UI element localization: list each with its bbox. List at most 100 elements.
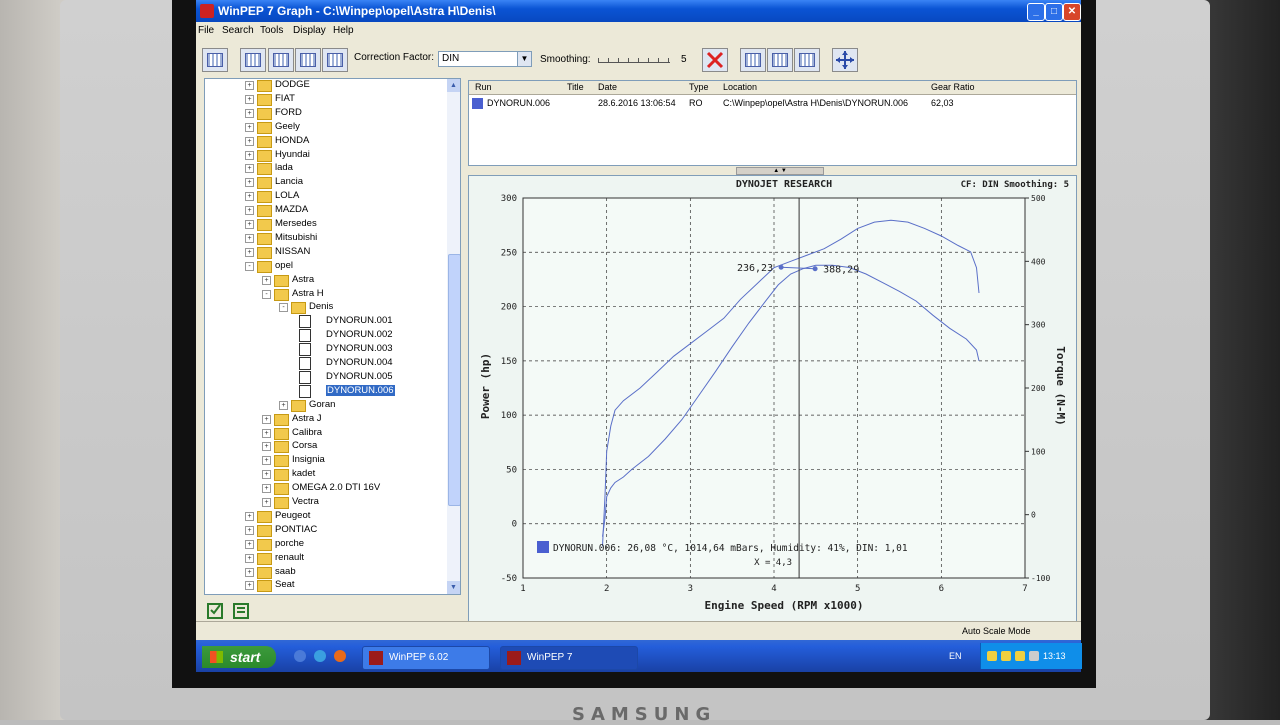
folder-icon xyxy=(257,80,272,92)
expand-icon[interactable]: + xyxy=(262,470,271,480)
task-winpep6[interactable]: WinPEP 6.02 xyxy=(362,646,490,670)
menu-file[interactable]: File xyxy=(198,25,214,36)
expand-icon[interactable]: + xyxy=(245,220,254,229)
chevron-down-icon[interactable]: ▼ xyxy=(517,52,531,66)
tray-icon[interactable] xyxy=(987,651,997,661)
expand-icon[interactable]: + xyxy=(245,94,254,104)
col-gear-ratio[interactable]: Gear Ratio xyxy=(931,82,975,92)
tray-icon[interactable] xyxy=(1001,651,1011,661)
graph-tool-1-button[interactable] xyxy=(240,48,266,72)
move-cursor-button[interactable] xyxy=(832,48,858,72)
delete-run-button[interactable] xyxy=(702,48,728,72)
file-tree: ▲ ▼ + DODGE + FIAT + FORD + Geely + HONDA + Hyundai… xyxy=(204,78,461,595)
expand-icon[interactable]: + xyxy=(245,136,254,146)
folder-icon xyxy=(274,469,289,482)
y-tick-label: 300 xyxy=(501,194,517,204)
tray-icon[interactable] xyxy=(1015,651,1025,661)
expand-icon[interactable]: + xyxy=(245,247,254,257)
tree-item-label: Goran xyxy=(309,398,336,410)
expand-icon[interactable]: + xyxy=(245,164,254,174)
expand-icon[interactable]: + xyxy=(262,428,271,438)
expand-icon[interactable]: + xyxy=(262,442,271,452)
expand-icon[interactable]: + xyxy=(245,192,254,202)
task-winpep7[interactable]: WinPEP 7 xyxy=(500,646,638,670)
close-button[interactable]: ✕ xyxy=(1063,3,1081,21)
expand-icon[interactable]: + xyxy=(245,581,254,591)
table-row[interactable]: DYNORUN.006 28.6.2016 13:06:54 RO C:\Win… xyxy=(469,97,1076,110)
graph-tool-4-button[interactable] xyxy=(322,48,348,72)
collapse-icon[interactable]: - xyxy=(262,289,271,299)
x-tick-label: 7 xyxy=(1022,584,1027,594)
correction-factor-select[interactable]: DIN ▼ xyxy=(438,51,532,67)
minimize-button[interactable]: _ xyxy=(1027,3,1045,21)
pan-button[interactable] xyxy=(767,48,793,72)
folder-icon xyxy=(274,497,289,509)
folder-icon xyxy=(291,399,306,412)
expand-icon[interactable]: + xyxy=(245,233,254,243)
menu-help[interactable]: Help xyxy=(333,25,354,36)
maximize-button[interactable]: □ xyxy=(1045,3,1063,21)
expand-icon[interactable]: + xyxy=(245,539,254,549)
expand-icon[interactable]: + xyxy=(245,178,254,188)
expand-icon[interactable]: + xyxy=(245,108,254,118)
taskbar: start WinPEP 6.02 WinPEP 7 EN 13:13 xyxy=(196,640,1082,672)
pane-splitter[interactable]: ▲ ▼ xyxy=(736,167,824,175)
tree-scrollbar[interactable]: ▲ ▼ xyxy=(447,79,460,594)
select-button[interactable] xyxy=(794,48,820,72)
menu-display[interactable]: Display xyxy=(293,25,326,36)
expand-icon[interactable]: + xyxy=(262,275,271,285)
start-label: start xyxy=(230,649,261,665)
expand-icon[interactable]: + xyxy=(279,400,288,410)
smoothing-slider[interactable] xyxy=(598,54,670,63)
zoom-button[interactable] xyxy=(740,48,766,72)
folder-icon xyxy=(274,288,289,301)
scroll-thumb[interactable] xyxy=(448,254,460,506)
volume-icon[interactable] xyxy=(1029,651,1039,661)
col-type[interactable]: Type xyxy=(689,82,709,92)
expand-icon[interactable]: + xyxy=(245,150,254,160)
collapse-icon[interactable]: - xyxy=(245,261,254,271)
col-date[interactable]: Date xyxy=(598,82,617,92)
scroll-down-icon[interactable]: ▼ xyxy=(447,581,460,594)
folder-icon xyxy=(257,260,272,273)
folder-icon xyxy=(257,232,272,245)
graph-tool-3-button[interactable] xyxy=(295,48,321,72)
run-color-swatch[interactable] xyxy=(472,98,483,109)
col-title[interactable]: Title xyxy=(567,82,584,92)
expand-icon[interactable]: + xyxy=(245,122,254,132)
expand-icon[interactable]: + xyxy=(262,414,271,424)
x-tick-label: 5 xyxy=(855,584,860,594)
tree-item-label: Lancia xyxy=(275,176,303,188)
expand-icon[interactable]: + xyxy=(245,511,254,521)
menu-bar: File Search Tools Display Help xyxy=(196,22,1081,40)
firefox-icon[interactable] xyxy=(334,650,346,662)
menu-tools[interactable]: Tools xyxy=(260,25,283,36)
expand-icon[interactable]: + xyxy=(262,456,271,466)
grid-view-button[interactable] xyxy=(202,48,228,72)
expand-icon[interactable]: + xyxy=(245,567,254,577)
scroll-up-icon[interactable]: ▲ xyxy=(447,79,460,92)
graph-tool-2-button[interactable] xyxy=(268,48,294,72)
tree-item-label: FORD xyxy=(275,106,302,118)
show-desktop-icon[interactable] xyxy=(294,650,306,662)
dyno-chart[interactable]: DYNOJET RESEARCH CF: DIN Smoothing: 5 En… xyxy=(469,176,1076,622)
collapse-icon[interactable]: - xyxy=(279,303,288,313)
ie-icon[interactable] xyxy=(314,650,326,662)
y2-tick-label: -100 xyxy=(1031,574,1050,583)
language-indicator[interactable]: EN xyxy=(949,651,962,661)
expand-icon[interactable]: + xyxy=(245,525,254,535)
title-bar[interactable]: WinPEP 7 Graph - C:\Winpep\opel\Astra H\… xyxy=(196,0,1081,22)
y-tick-label: -50 xyxy=(501,574,517,584)
col-run[interactable]: Run xyxy=(475,82,492,92)
expand-icon[interactable]: + xyxy=(262,484,271,494)
expand-icon[interactable]: + xyxy=(245,206,254,216)
folder-icon xyxy=(257,177,272,190)
tree-tool-icons[interactable] xyxy=(206,600,256,622)
expand-icon[interactable]: + xyxy=(262,498,271,507)
expand-icon[interactable]: + xyxy=(245,553,254,563)
start-button[interactable]: start xyxy=(202,646,276,668)
expand-icon[interactable]: + xyxy=(245,81,254,90)
col-location[interactable]: Location xyxy=(723,82,757,92)
menu-search[interactable]: Search xyxy=(222,25,254,36)
tree-item-label: DYNORUN.006 xyxy=(326,384,395,396)
